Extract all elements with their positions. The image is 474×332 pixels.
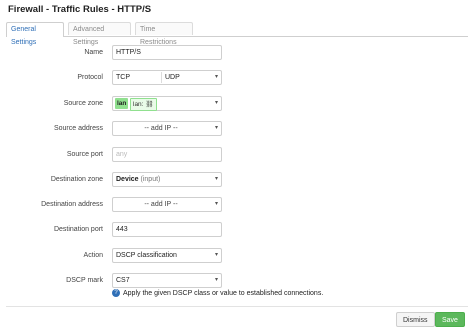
- protocol-divider: [161, 72, 162, 83]
- row-action: Action DSCP classification ▾: [0, 248, 474, 264]
- caret-down-icon: ▾: [214, 74, 218, 80]
- footer-divider: [6, 306, 468, 307]
- name-input[interactable]: HTTP/S: [112, 45, 222, 60]
- caret-down-icon: ▾: [214, 176, 218, 182]
- protocol-label: Protocol: [77, 74, 103, 81]
- name-label: Name: [84, 49, 103, 56]
- network-icon: ⛓: [145, 101, 154, 108]
- action-label: Action: [83, 252, 103, 259]
- source-address-label: Source address: [53, 125, 103, 132]
- zone-chip-lan: lan: ⛓: [130, 98, 157, 111]
- destination-address-placeholder: -- add IP --: [144, 201, 178, 208]
- dscp-mark-select[interactable]: CS7 ▾: [112, 273, 222, 288]
- zone-badge-lan: lan: [115, 98, 129, 109]
- destination-address-select[interactable]: -- add IP -- ▾: [112, 197, 222, 212]
- row-source-zone: Source zone lan lan: ⛓ ▾: [0, 96, 474, 112]
- source-port-input[interactable]: any: [112, 147, 222, 162]
- destination-port-input[interactable]: 443: [112, 222, 222, 237]
- row-source-port: Source port any: [0, 147, 474, 163]
- dscp-mark-value: CS7: [116, 277, 130, 284]
- source-zone-select[interactable]: lan lan: ⛓ ▾: [112, 96, 222, 111]
- source-port-label: Source port: [66, 151, 103, 158]
- destination-zone-select[interactable]: Device (input) ▾: [112, 172, 222, 187]
- protocol-value-tcp: TCP: [116, 74, 130, 81]
- caret-down-icon: ▾: [214, 100, 218, 106]
- destination-port-label: Destination port: [53, 226, 103, 233]
- caret-down-icon: ▾: [214, 125, 218, 131]
- tab-advanced-settings[interactable]: Advanced Settings: [68, 22, 131, 46]
- protocol-value-udp: UDP: [165, 74, 180, 81]
- tab-bar: General Settings Advanced Settings Time …: [6, 22, 468, 46]
- row-name: Name HTTP/S: [0, 45, 474, 61]
- dialog-title: Firewall - Traffic Rules - HTTP/S: [8, 4, 152, 15]
- row-source-address: Source address -- add IP -- ▾: [0, 121, 474, 137]
- destination-address-label: Destination address: [41, 201, 103, 208]
- caret-down-icon: ▾: [214, 201, 218, 207]
- destination-zone-suffix: (input): [140, 176, 161, 183]
- tab-time-restrictions[interactable]: Time Restrictions: [135, 22, 193, 46]
- destination-zone-label: Destination zone: [50, 176, 103, 183]
- dscp-mark-label: DSCP mark: [66, 277, 103, 284]
- destination-zone-value: Device: [116, 176, 139, 183]
- help-icon: ?: [112, 289, 120, 297]
- row-destination-address: Destination address -- add IP -- ▾: [0, 197, 474, 213]
- protocol-select[interactable]: TCP UDP ▾: [112, 70, 222, 85]
- source-address-placeholder: -- add IP --: [144, 125, 178, 132]
- dscp-help-text: Apply the given DSCP class or value to e…: [123, 289, 324, 297]
- dscp-help: ? Apply the given DSCP class or value to …: [112, 289, 323, 297]
- save-button[interactable]: Save: [435, 312, 465, 327]
- caret-down-icon: ▾: [214, 252, 218, 258]
- row-dscp-mark: DSCP mark CS7 ▾: [0, 273, 474, 289]
- dismiss-button[interactable]: Dismiss: [396, 312, 435, 327]
- action-select[interactable]: DSCP classification ▾: [112, 248, 222, 263]
- row-destination-zone: Destination zone Device (input) ▾: [0, 172, 474, 188]
- source-address-select[interactable]: -- add IP -- ▾: [112, 121, 222, 136]
- action-value: DSCP classification: [116, 252, 177, 259]
- zone-chip-label: lan:: [133, 101, 144, 108]
- row-destination-port: Destination port 443: [0, 222, 474, 238]
- caret-down-icon: ▾: [214, 277, 218, 283]
- tab-general-settings[interactable]: General Settings: [6, 22, 64, 46]
- row-protocol: Protocol TCP UDP ▾: [0, 70, 474, 86]
- source-zone-label: Source zone: [63, 100, 103, 107]
